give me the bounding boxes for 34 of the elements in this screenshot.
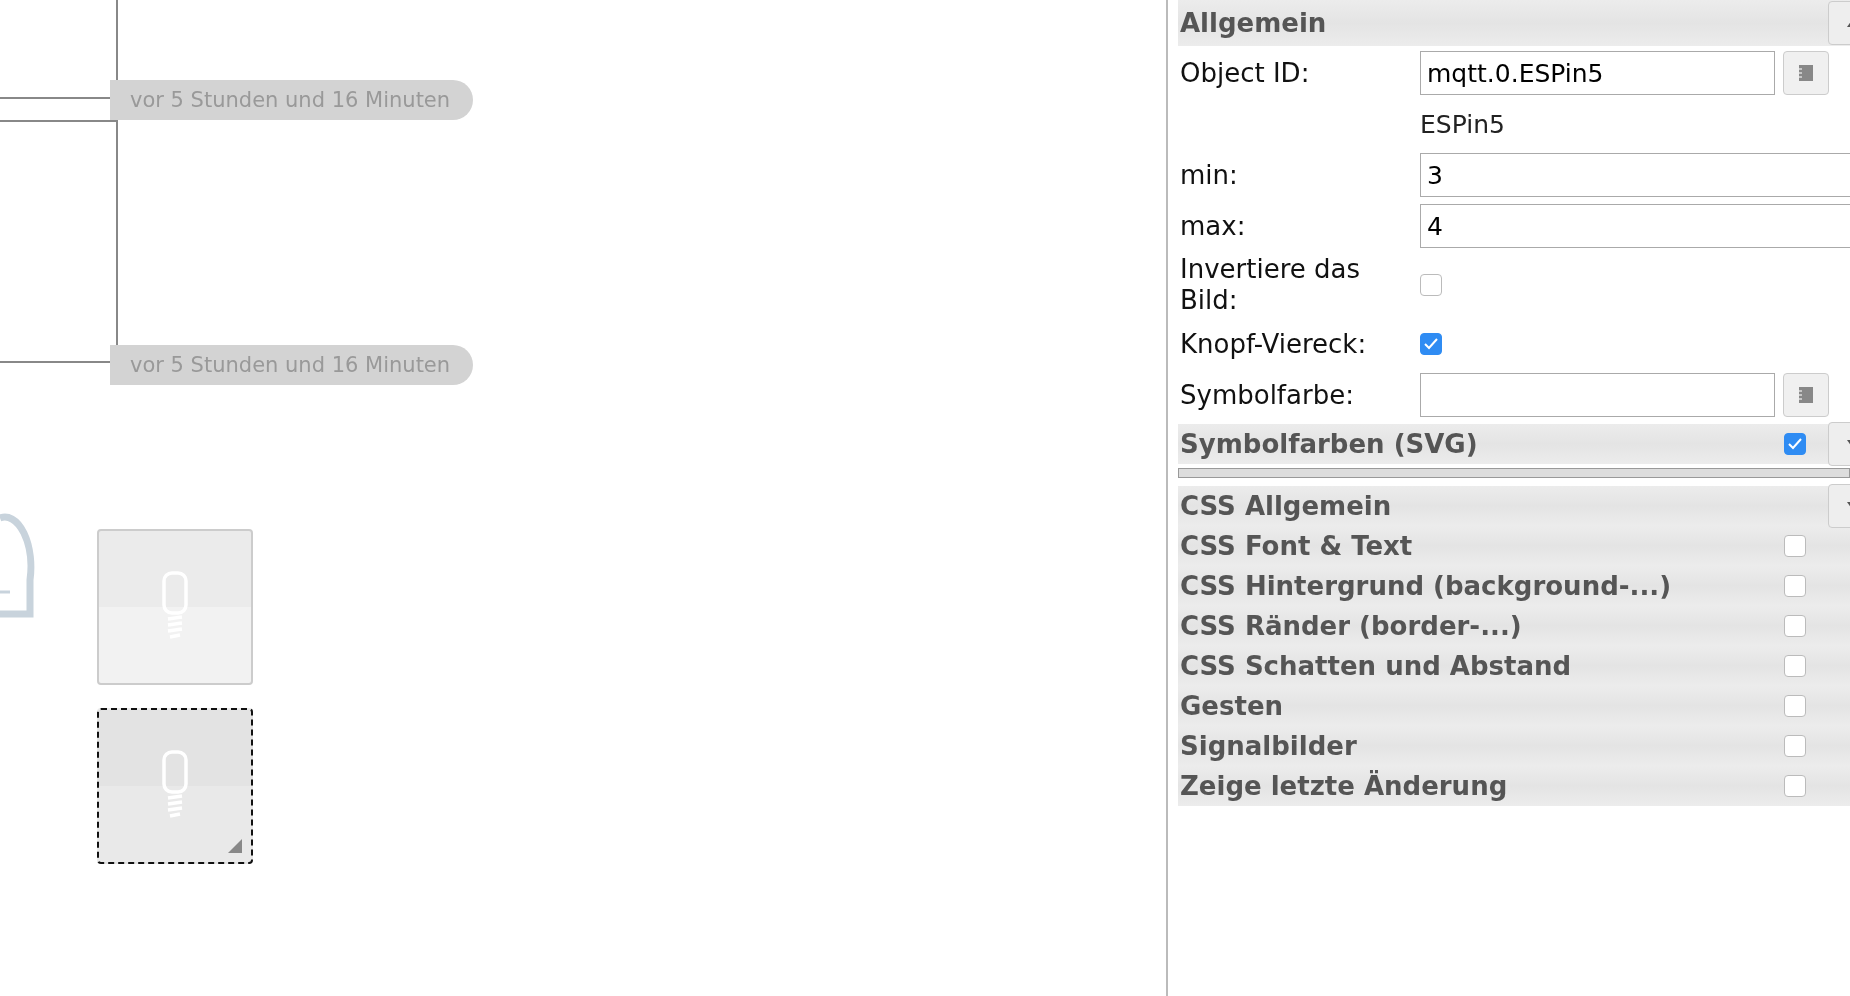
checkbox[interactable]	[1784, 695, 1806, 717]
object-name: ESPin5	[1420, 109, 1505, 139]
resize-handle-icon[interactable]	[227, 838, 243, 854]
list-icon	[1799, 65, 1813, 81]
timestamp-label: vor 5 Stunden und 16 Minuten	[110, 345, 473, 385]
section-title[interactable]: Gesten	[1180, 691, 1284, 721]
field-label: max:	[1179, 210, 1247, 242]
light-button[interactable]	[97, 708, 253, 864]
field-label: Symbolfarbe:	[1179, 379, 1355, 411]
list-icon	[1799, 387, 1813, 403]
input-field[interactable]: mqtt.0.ESPin5	[1420, 51, 1775, 95]
checkbox[interactable]	[1784, 535, 1806, 557]
checkbox[interactable]	[1784, 615, 1806, 637]
checkbox[interactable]	[1784, 775, 1806, 797]
checkbox[interactable]	[1420, 274, 1442, 296]
checkbox[interactable]	[1784, 735, 1806, 757]
field-label: min:	[1179, 159, 1239, 191]
input-field[interactable]	[1420, 373, 1775, 417]
checkbox[interactable]	[1784, 655, 1806, 677]
check-icon	[1423, 337, 1439, 351]
checkbox[interactable]	[1420, 333, 1442, 355]
check-icon	[1787, 437, 1803, 451]
field-label: Invertiere das Bild:	[1179, 254, 1361, 316]
section-title[interactable]: Allgemein	[1180, 8, 1327, 38]
section-title[interactable]: Signalbilder	[1180, 731, 1357, 761]
input-field[interactable]: 3	[1420, 153, 1850, 197]
checkbox[interactable]	[1784, 433, 1806, 455]
input-field[interactable]: 4	[1420, 204, 1850, 248]
field-label: Knopf-Viereck:	[1179, 328, 1368, 360]
checkbox[interactable]	[1784, 575, 1806, 597]
timestamp-label: vor 5 Stunden und 16 Minuten	[110, 80, 473, 120]
picker-button[interactable]	[1783, 373, 1829, 417]
field-label: Object ID:	[1179, 57, 1311, 89]
picker-button[interactable]	[1783, 51, 1829, 95]
